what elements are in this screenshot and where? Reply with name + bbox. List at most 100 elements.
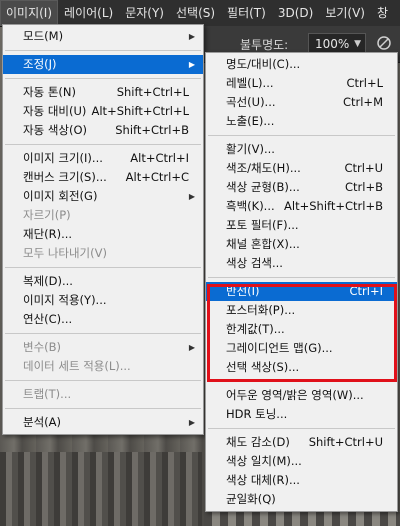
menu-item[interactable]: 흑백(K)... Alt+Shift+Ctrl+B: [206, 197, 397, 216]
menu-item[interactable]: 연산(C)...: [3, 310, 203, 329]
menu-item[interactable]: 분석(A) ▶: [3, 413, 203, 432]
menu-item-label: 변수(B): [23, 340, 62, 354]
menu-item-label: 분석(A): [23, 415, 61, 429]
menubar-item[interactable]: 선택(S): [170, 0, 221, 26]
menu-item[interactable]: 자동 톤(N) Shift+Ctrl+L: [3, 83, 203, 102]
menu-item[interactable]: 노출(E)...: [206, 112, 397, 131]
menu-item-label: 어두운 영역/밝은 영역(W)...: [226, 388, 364, 402]
menu-item-shortcut: Shift+Ctrl+L: [116, 85, 189, 99]
menu-item-label: 곡선(U)...: [226, 95, 276, 109]
menu-item-label: 그레이디언트 맵(G)...: [226, 341, 333, 355]
menu-item[interactable]: 색상 균형(B)... Ctrl+B: [206, 178, 397, 197]
menu-item[interactable]: HDR 토닝...: [206, 405, 397, 424]
menu-item[interactable]: 모드(M) ▶: [3, 27, 203, 46]
menu-separator: [5, 50, 201, 51]
menu-item-label: 이미지 크기(I)...: [23, 151, 103, 165]
menu-separator: [208, 428, 395, 429]
menu-item[interactable]: 자동 대비(U) Alt+Shift+Ctrl+L: [3, 102, 203, 121]
menu-item[interactable]: 포토 필터(F)...: [206, 216, 397, 235]
menu-item[interactable]: 자동 색상(O) Shift+Ctrl+B: [3, 121, 203, 140]
submenu-arrow-icon: ▶: [188, 32, 195, 41]
canvas-photo-right: [204, 512, 400, 526]
menu-item[interactable]: 색상 대체(R)...: [206, 471, 397, 490]
menu-item-shortcut: Ctrl+I: [349, 284, 384, 298]
menu-item-label: 색상 균형(B)...: [226, 180, 300, 194]
menu-item[interactable]: 그레이디언트 맵(G)...: [206, 339, 397, 358]
menu-item[interactable]: 레벨(L)... Ctrl+L: [206, 74, 397, 93]
chevron-down-icon[interactable]: ▼: [354, 34, 361, 54]
menu-item-label: 캔버스 크기(S)...: [23, 170, 107, 184]
menu-item[interactable]: 이미지 적용(Y)...: [3, 291, 203, 310]
menu-item[interactable]: 포스터화(P)...: [206, 301, 397, 320]
menu-separator: [5, 144, 201, 145]
menu-item: 변수(B) ▶: [3, 338, 203, 357]
menubar-item[interactable]: 창: [371, 0, 394, 26]
brush-icon[interactable]: [376, 35, 392, 51]
menu-separator: [5, 78, 201, 79]
menu-item-label: 모두 나타내기(V): [23, 246, 107, 260]
menu-item-label: 트랩(T)...: [23, 387, 72, 401]
menu-item-label: 반전(I): [226, 284, 260, 298]
menu-item[interactable]: 한계값(T)...: [206, 320, 397, 339]
menu-item[interactable]: 조정(J) ▶: [3, 55, 203, 74]
menu-item-label: 색상 대체(R)...: [226, 473, 300, 487]
menubar-item[interactable]: 이미지(I): [0, 0, 59, 26]
menu-item-label: 흑백(K)...: [226, 199, 275, 213]
menu-item-label: 자동 색상(O): [23, 123, 87, 137]
menu-bar: 이미지(I) 레이어(L) 문자(Y) 선택(S) 필터(T) 3D(D) 보기(V) 창: [0, 0, 400, 27]
menu-item[interactable]: 캔버스 크기(S)... Alt+Ctrl+C: [3, 168, 203, 187]
menu-item-label: 데이터 세트 적용(L)...: [23, 359, 131, 373]
submenu-arrow-icon: ▶: [188, 192, 195, 201]
submenu-arrow-icon: ▶: [188, 418, 195, 427]
opacity-value: 100%: [315, 37, 350, 51]
menu-item[interactable]: 이미지 크기(I)... Alt+Ctrl+I: [3, 149, 203, 168]
menu-item-shortcut: Alt+Ctrl+C: [125, 170, 189, 184]
image-menu: 모드(M) ▶ 조정(J) ▶ 자동 톤(N) Shift+Ctrl+L 자동 대비(U) A…: [2, 24, 204, 435]
menu-item: 트랩(T)...: [3, 385, 203, 404]
menu-item-label: 포스터화(P)...: [226, 303, 296, 317]
menu-item-label: 한계값(T)...: [226, 322, 285, 336]
menu-item-label: 자동 톤(N): [23, 85, 76, 99]
menu-item-label: 명도/대비(C)...: [226, 57, 301, 71]
menu-item-shortcut: Shift+Ctrl+B: [115, 123, 189, 137]
menu-item-label: 포토 필터(F)...: [226, 218, 299, 232]
menu-separator: [5, 333, 201, 334]
opacity-field[interactable]: 100% ▼: [308, 33, 366, 53]
menubar-item[interactable]: 3D(D): [272, 0, 319, 26]
menubar-item[interactable]: 필터(T): [221, 0, 272, 26]
menu-item-shortcut: Ctrl+M: [342, 95, 383, 109]
menu-item-label: 이미지 적용(Y)...: [23, 293, 107, 307]
menu-item[interactable]: 채도 감소(D) Shift+Ctrl+U: [206, 433, 397, 452]
menu-item[interactable]: 이미지 회전(G) ▶: [3, 187, 203, 206]
menu-item-shortcut: Ctrl+L: [346, 76, 383, 90]
menu-item[interactable]: 어두운 영역/밝은 영역(W)...: [206, 386, 397, 405]
menu-item[interactable]: 채널 혼합(X)...: [206, 235, 397, 254]
menu-item-label: HDR 토닝...: [226, 407, 288, 421]
menubar-item[interactable]: 레이어(L): [58, 0, 119, 26]
menubar-item[interactable]: 보기(V): [319, 0, 371, 26]
menu-item-shortcut: Ctrl+U: [344, 161, 383, 175]
menu-item-shortcut: Shift+Ctrl+U: [308, 435, 383, 449]
menu-item[interactable]: 색상 일치(M)...: [206, 452, 397, 471]
menu-item-label: 노출(E)...: [226, 114, 275, 128]
menu-item[interactable]: 반전(I) Ctrl+I: [206, 282, 397, 301]
opacity-label: 불투명도:: [240, 38, 289, 52]
menu-item[interactable]: 복제(D)...: [3, 272, 203, 291]
menu-item[interactable]: 명도/대비(C)...: [206, 55, 397, 74]
canvas-photo: [0, 452, 202, 526]
menu-item[interactable]: 색상 검색...: [206, 254, 397, 273]
submenu-arrow-icon: ▶: [188, 343, 195, 352]
menu-item-label: 균일화(Q): [226, 492, 276, 506]
menu-item-shortcut: Alt+Shift+Ctrl+B: [284, 199, 383, 213]
menu-item[interactable]: 활기(V)...: [206, 140, 397, 159]
menu-item[interactable]: 선택 색상(S)...: [206, 358, 397, 377]
menu-item[interactable]: 곡선(U)... Ctrl+M: [206, 93, 397, 112]
menu-item[interactable]: 재단(R)...: [3, 225, 203, 244]
menu-item-label: 자동 대비(U): [23, 104, 87, 118]
menu-item-label: 색상 일치(M)...: [226, 454, 302, 468]
menu-item[interactable]: 색조/채도(H)... Ctrl+U: [206, 159, 397, 178]
menu-item-shortcut: Ctrl+B: [345, 180, 383, 194]
menu-item[interactable]: 균일화(Q): [206, 490, 397, 509]
menu-item-label: 조정(J): [23, 57, 57, 71]
menubar-item[interactable]: 문자(Y): [119, 0, 170, 26]
